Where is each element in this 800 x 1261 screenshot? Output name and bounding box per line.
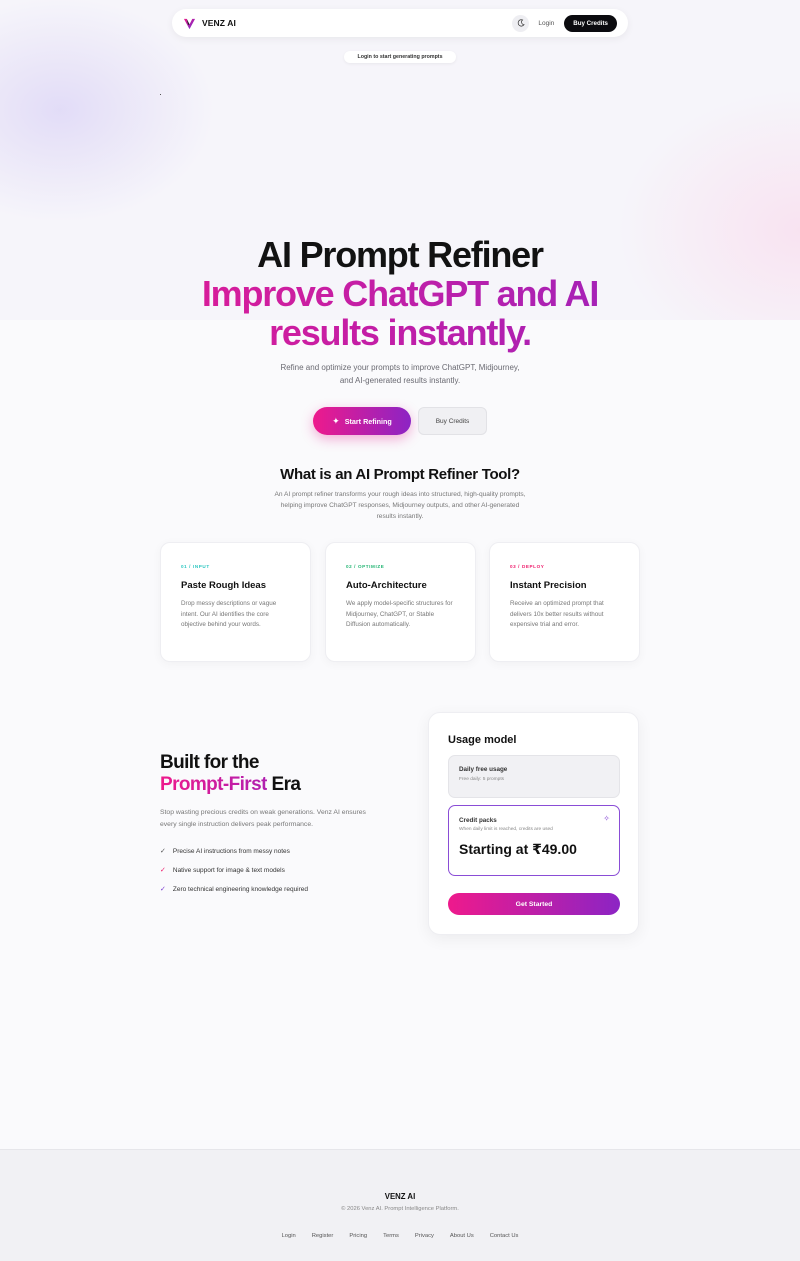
- built-title-highlight: Prompt-First: [160, 774, 267, 795]
- nav-buy-credits-button[interactable]: Buy Credits: [564, 14, 617, 32]
- hero-subtitle: Refine and optimize your prompts to impr…: [250, 361, 550, 387]
- footer-link-terms[interactable]: Terms: [383, 1233, 399, 1239]
- step-label: 01 / INPUT: [181, 564, 210, 569]
- step-card-input: 01 / INPUT Paste Rough Ideas Drop messy …: [160, 542, 311, 662]
- credit-packs-subtitle: When daily limit is reached, credits are…: [459, 827, 553, 832]
- built-title-rest: Era: [266, 774, 301, 795]
- footer-link-about[interactable]: About Us: [450, 1233, 474, 1239]
- step-description: Drop messy descriptions or vague intent.…: [181, 600, 277, 629]
- nav-login-link[interactable]: Login: [538, 20, 554, 27]
- sparkle-icon: ✧: [603, 814, 610, 823]
- step-description: We apply model-specific structures for M…: [346, 600, 453, 629]
- step-card-optimize: 02 / OPTIMIZE Auto-Architecture We apply…: [325, 542, 476, 662]
- what-is-title: What is an AI Prompt Refiner Tool?: [280, 466, 520, 483]
- sparkle-icon: ✦: [332, 415, 340, 426]
- what-is-description: An AI prompt refiner transforms your rou…: [274, 491, 526, 520]
- built-description: Stop wasting precious credits on weak ge…: [160, 809, 366, 828]
- feature-item: ✓ Zero technical engineering knowledge r…: [160, 885, 309, 894]
- feature-text: Zero technical engineering knowledge req…: [172, 885, 309, 893]
- check-icon: ✓: [160, 886, 166, 893]
- footer-link-login[interactable]: Login: [282, 1233, 296, 1239]
- footer-link-pricing[interactable]: Pricing: [349, 1233, 367, 1239]
- footer-links: Login Register Pricing Terms Privacy Abo…: [0, 1233, 800, 1239]
- usage-model-card: Usage model Daily free usage Free daily:…: [428, 712, 639, 935]
- check-icon: ✓: [160, 867, 166, 874]
- credit-packs-option[interactable]: ✧ Credit packs When daily limit is reach…: [448, 805, 620, 876]
- hero-title: AI Prompt Refiner: [257, 234, 544, 275]
- step-title: Instant Precision: [510, 580, 587, 591]
- check-icon: ✓: [160, 848, 166, 855]
- footer-link-register[interactable]: Register: [312, 1233, 334, 1239]
- free-usage-title: Daily free usage: [459, 766, 508, 773]
- footer-link-privacy[interactable]: Privacy: [415, 1233, 434, 1239]
- feature-text: Native support for image & text models: [172, 866, 285, 874]
- footer: VENZ AI © 2026 Venz AI. Prompt Intellige…: [0, 1149, 800, 1261]
- login-notice-badge[interactable]: Login to start generating prompts: [344, 51, 456, 63]
- usage-title: Usage model: [448, 734, 517, 746]
- footer-link-contact[interactable]: Contact Us: [490, 1233, 519, 1239]
- get-started-button[interactable]: Get Started: [448, 893, 620, 915]
- nav-actions: Login Buy Credits: [512, 14, 617, 32]
- hero-title-gradient-line2: results instantly.: [0, 312, 800, 354]
- start-refining-label: Start Refining: [344, 416, 392, 426]
- hero-subtitle-line2: and AI-generated results instantly.: [339, 376, 461, 385]
- hero-title-gradient-line1: Improve ChatGPT and AI: [0, 273, 800, 315]
- built-title-line2: Prompt-First Era: [160, 774, 301, 796]
- start-refining-button[interactable]: ✦ Start Refining: [313, 407, 411, 435]
- step-title: Auto-Architecture: [346, 580, 427, 591]
- brand-name[interactable]: VENZ AI: [202, 18, 236, 28]
- step-description: Receive an optimized prompt that deliver…: [510, 600, 604, 629]
- free-usage-option[interactable]: Daily free usage Free daily: 5 prompts: [448, 755, 620, 798]
- feature-text: Precise AI instructions from messy notes: [172, 847, 290, 855]
- navbar: VENZ AI Login Buy Credits: [172, 9, 628, 37]
- moon-icon: [517, 19, 525, 27]
- decorative-dot: [160, 94, 161, 95]
- feature-item: ✓ Precise AI instructions from messy not…: [160, 847, 290, 856]
- free-usage-subtitle: Free daily: 5 prompts: [459, 777, 505, 782]
- hero-buy-credits-button[interactable]: Buy Credits: [418, 407, 487, 435]
- venz-logo-icon[interactable]: [183, 17, 196, 30]
- footer-brand: VENZ AI: [384, 1192, 416, 1201]
- hero-subtitle-line1: Refine and optimize your prompts to impr…: [280, 363, 520, 372]
- step-card-deploy: 03 / DEPLOY Instant Precision Receive an…: [489, 542, 640, 662]
- feature-item: ✓ Native support for image & text models: [160, 866, 285, 875]
- credit-price: Starting at ₹49.00: [459, 841, 577, 857]
- built-title-line1: Built for the: [160, 752, 259, 773]
- theme-toggle-button[interactable]: [512, 14, 530, 32]
- step-label: 03 / DEPLOY: [510, 564, 545, 569]
- step-label: 02 / OPTIMIZE: [346, 564, 385, 569]
- credit-packs-title: Credit packs: [459, 817, 497, 824]
- footer-copyright: © 2026 Venz AI. Prompt Intelligence Plat…: [341, 1206, 459, 1212]
- step-title: Paste Rough Ideas: [181, 580, 266, 591]
- built-title: Built for the Prompt-First Era: [160, 752, 301, 796]
